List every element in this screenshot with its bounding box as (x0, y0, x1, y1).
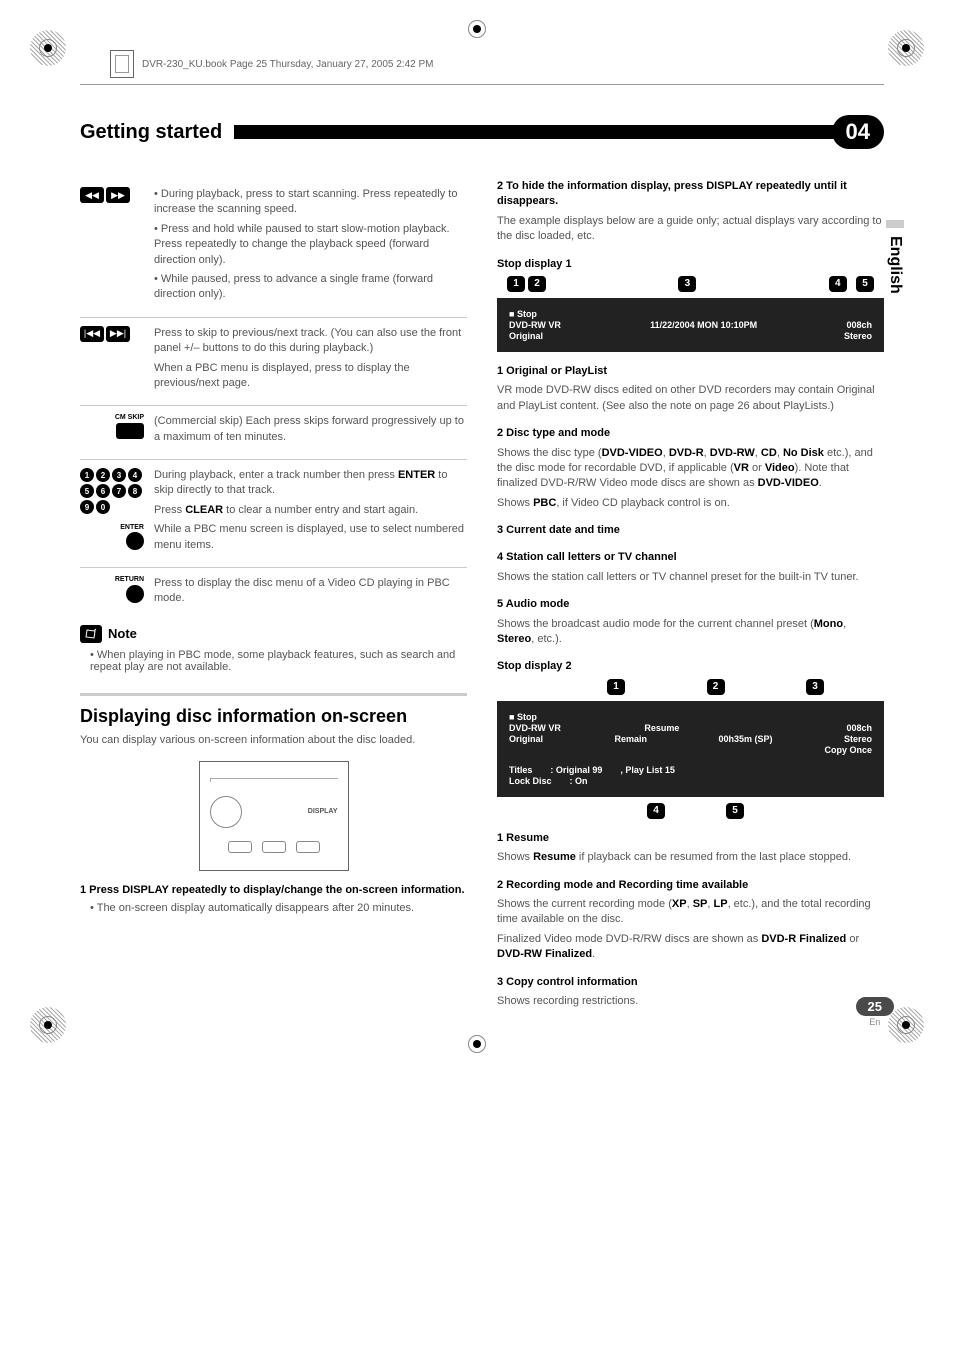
book-header-text: DVR-230_KU.book Page 25 Thursday, Januar… (142, 59, 433, 70)
item-1-body: VR mode DVD-RW discs edited on other DVD… (497, 383, 884, 414)
item-5-body: Shows the broadcast audio mode for the c… (497, 617, 884, 648)
book-header: DVR-230_KU.book Page 25 Thursday, Januar… (110, 50, 884, 78)
number-entry-description: During playback, enter a track number th… (154, 468, 467, 557)
section-title: Displaying disc information on-screen (80, 706, 467, 728)
osd-display-2: ■ Stop DVD-RW VR Resume 008ch Original R… (497, 701, 884, 797)
callout-marker: 5 (726, 803, 744, 819)
page-language: En (869, 1017, 880, 1027)
enter-button-icon (126, 532, 144, 550)
item-4-body: Shows the station call letters or TV cha… (497, 570, 884, 585)
s2-item-2-heading: 2 Recording mode and Recording time avai… (497, 878, 884, 893)
step-1-heading: 1 Press DISPLAY repeatedly to display/ch… (80, 883, 467, 898)
chapter-title: Getting started (80, 121, 234, 144)
item-1-heading: 1 Original or PlayList (497, 364, 884, 379)
remote-display-button-icon (210, 796, 242, 828)
callout-marker: 2 (707, 679, 725, 695)
remote-button-icon (262, 841, 286, 853)
keypad-3-icon: 3 (112, 468, 126, 482)
s2-item-2-finalized: Finalized Video mode DVD-R/RW discs are … (497, 932, 884, 963)
prev-track-icon: |◀◀ (80, 326, 104, 342)
next-track-icon: ▶▶| (106, 326, 130, 342)
s2-item-1-body: Shows Resume if playback can be resumed … (497, 850, 884, 865)
chapter-header: Getting started 04 (80, 115, 884, 149)
scan-fwd-icon: ▶▶ (106, 187, 130, 203)
return-button-icon (126, 585, 144, 603)
note-heading: Note (108, 626, 137, 641)
item-2-pbc: Shows PBC, if Video CD playback control … (497, 496, 884, 511)
page-footer: 25 En (856, 997, 894, 1028)
remote-button-icon (228, 841, 252, 853)
return-description: Press to display the disc menu of a Vide… (154, 576, 467, 611)
scan-description: • During playback, press to start scanni… (154, 187, 467, 307)
page-number: 25 (856, 997, 894, 1016)
item-5-heading: 5 Audio mode (497, 597, 884, 612)
callout-marker: 3 (806, 679, 824, 695)
osd-display-1: ■ Stop DVD-RW VR 11/22/2004 MON 10:10PM … (497, 298, 884, 352)
step-1-body: The on-screen display automatically disa… (90, 902, 467, 914)
item-2-body: Shows the disc type (DVD-VIDEO, DVD-R, D… (497, 446, 884, 492)
keypad-4-icon: 4 (128, 468, 142, 482)
skip-description: Press to skip to previous/next track. (Y… (154, 326, 467, 396)
cmskip-icon (116, 423, 144, 439)
keypad-0-icon: 0 (96, 500, 110, 514)
s2-item-3-heading: 3 Copy control information (497, 975, 884, 990)
enter-label: ENTER (120, 524, 144, 531)
cmskip-label: CM SKIP (115, 414, 144, 421)
callout-marker: 4 (829, 276, 847, 292)
keypad-1-icon: 1 (80, 468, 94, 482)
s2-item-3-body: Shows recording restrictions. (497, 994, 884, 1009)
keypad-9-icon: 9 (80, 500, 94, 514)
section-intro: You can display various on-screen inform… (80, 733, 467, 748)
keypad-7-icon: 7 (112, 484, 126, 498)
item-2-heading: 2 Disc type and mode (497, 426, 884, 441)
note-icon (80, 625, 102, 643)
item-4-heading: 4 Station call letters or TV channel (497, 550, 884, 565)
callout-marker: 5 (856, 276, 874, 292)
cmskip-description: (Commercial skip) Each press skips forwa… (154, 414, 467, 449)
step-2-body: The example displays below are a guide o… (497, 214, 884, 245)
remote-diagram: DISPLAY (199, 761, 349, 871)
callout-marker: 3 (678, 276, 696, 292)
keypad-5-icon: 5 (80, 484, 94, 498)
step-2-heading: 2 To hide the information display, press… (497, 179, 884, 210)
s2-item-1-heading: 1 Resume (497, 831, 884, 846)
callout-marker: 2 (528, 276, 546, 292)
keypad-2-icon: 2 (96, 468, 110, 482)
keypad-8-icon: 8 (128, 484, 142, 498)
scan-back-icon: ◀◀ (80, 187, 104, 203)
return-label: RETURN (115, 576, 144, 583)
book-icon (110, 50, 134, 78)
stop-display-1-title: Stop display 1 (497, 257, 884, 272)
s2-item-2-body: Shows the current recording mode (XP, SP… (497, 897, 884, 928)
callout-marker: 1 (507, 276, 525, 292)
item-3-heading: 3 Current date and time (497, 523, 884, 538)
stop-display-2-title: Stop display 2 (497, 659, 884, 674)
remote-display-label: DISPLAY (308, 808, 338, 815)
note-body: When playing in PBC mode, some playback … (90, 649, 467, 673)
language-tab: English (886, 220, 904, 294)
callout-marker: 1 (607, 679, 625, 695)
callout-marker: 4 (647, 803, 665, 819)
remote-button-icon (296, 841, 320, 853)
chapter-number: 04 (832, 115, 884, 149)
keypad-6-icon: 6 (96, 484, 110, 498)
